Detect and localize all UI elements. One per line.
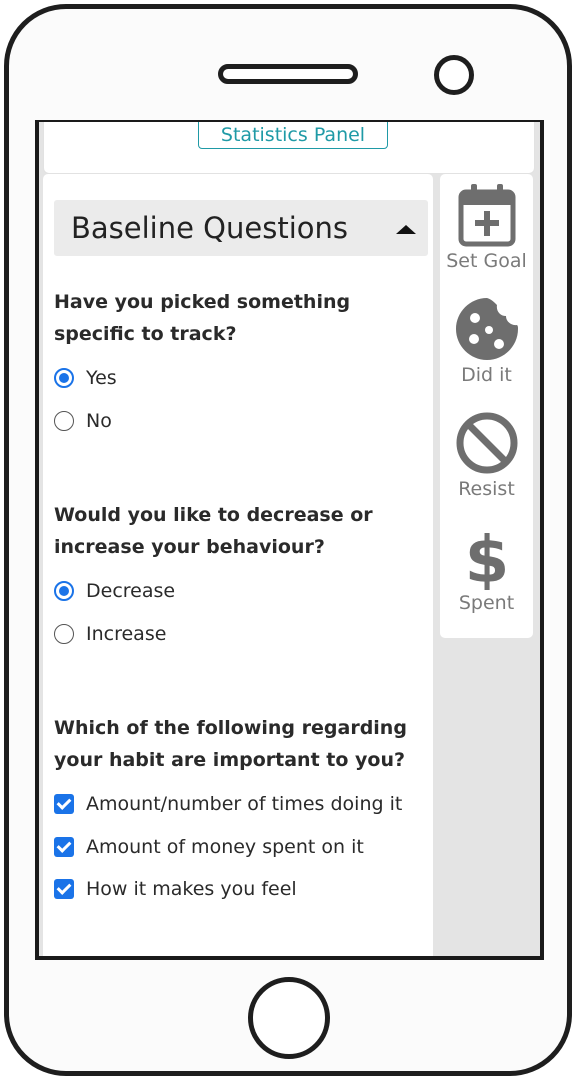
option-label: Yes: [86, 367, 117, 389]
questions-panel: Baseline Questions Have you picked somet…: [43, 174, 433, 956]
dollar-icon: $: [464, 524, 509, 590]
checkbox-money-spent[interactable]: [54, 837, 74, 857]
calendar-plus-icon: [458, 184, 515, 247]
side-label: Resist: [458, 478, 515, 500]
radio-no[interactable]: [54, 411, 74, 431]
cookie-icon: [455, 298, 518, 360]
set-goal-button[interactable]: Set Goal: [440, 182, 533, 272]
side-label: Did it: [461, 364, 512, 386]
home-button[interactable]: [248, 977, 330, 1059]
option-label: Amount/number of times doing it: [86, 793, 403, 815]
question-2: Would you like to decrease or increase y…: [54, 504, 373, 558]
option-label: Decrease: [86, 580, 176, 602]
option-label: How it makes you feel: [86, 878, 297, 900]
option-label: Amount of money spent on it: [86, 836, 364, 858]
radio-decrease[interactable]: [54, 581, 74, 601]
ban-icon: [456, 412, 517, 474]
option-feel[interactable]: How it makes you feel: [54, 875, 297, 903]
phone-camera: [434, 55, 474, 95]
svg-text:$: $: [464, 524, 509, 590]
question-3: Which of the following regarding your ha…: [54, 717, 407, 771]
option-no[interactable]: No: [54, 407, 112, 435]
collapse-caret-icon[interactable]: [396, 225, 416, 234]
option-decrease[interactable]: Decrease: [54, 577, 175, 605]
option-money-spent[interactable]: Amount of money spent on it: [54, 833, 364, 861]
radio-yes[interactable]: [54, 368, 74, 388]
resist-button[interactable]: Resist: [440, 410, 533, 500]
checkbox-feel[interactable]: [54, 879, 74, 899]
spent-button[interactable]: $ Spent: [440, 524, 533, 614]
option-increase[interactable]: Increase: [54, 620, 166, 648]
did-it-button[interactable]: Did it: [440, 296, 533, 386]
baseline-questions-header[interactable]: Baseline Questions: [54, 200, 428, 256]
side-label: Spent: [458, 592, 515, 614]
action-sidebar: Set Goal Did it Resist $ Spent: [440, 174, 533, 638]
option-label: No: [86, 410, 112, 432]
option-label: Increase: [86, 623, 167, 645]
app-screen: Statistics Panel Baseline Questions Have…: [35, 120, 544, 960]
checkbox-amount-times[interactable]: [54, 794, 74, 814]
radio-increase[interactable]: [54, 624, 74, 644]
question-1: Have you picked something specific to tr…: [54, 291, 351, 345]
phone-speaker: [218, 64, 358, 84]
top-card: Statistics Panel: [43, 122, 535, 174]
option-yes[interactable]: Yes: [54, 364, 117, 392]
option-amount-times[interactable]: Amount/number of times doing it: [54, 790, 402, 818]
statistics-panel-button[interactable]: Statistics Panel: [198, 122, 388, 149]
side-label: Set Goal: [446, 250, 527, 272]
section-title: Baseline Questions: [71, 211, 348, 245]
